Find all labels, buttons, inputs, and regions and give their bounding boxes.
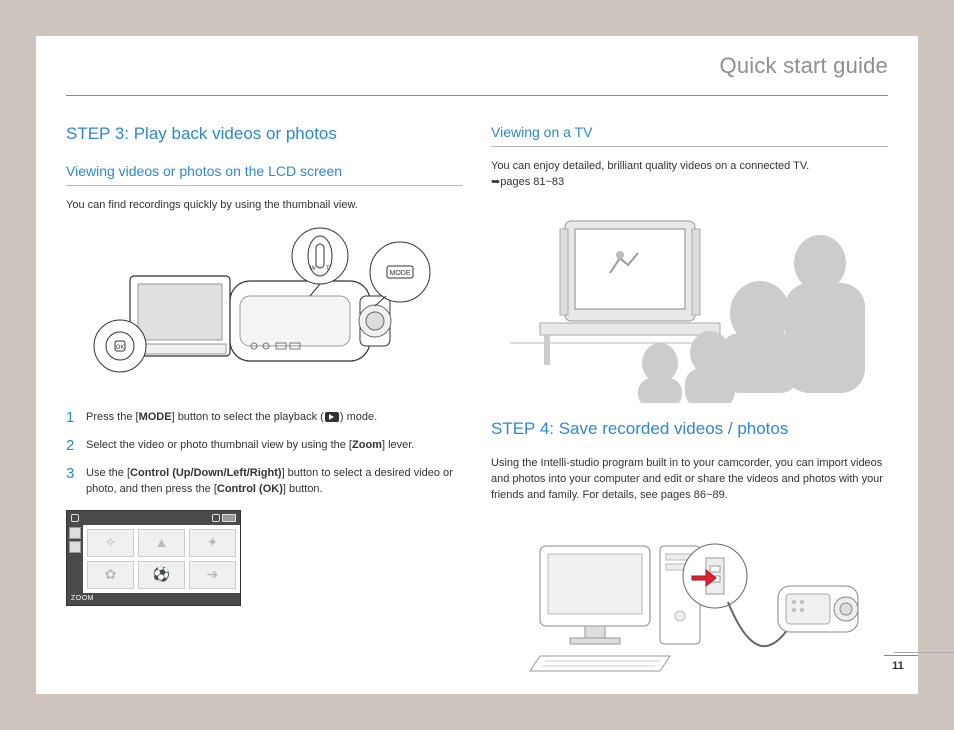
thumbnail-screen-illustration: ✧ ▲ ✦ ✿ ⚽ ➔ ZOOM <box>66 510 241 606</box>
step-number: 1 <box>66 410 78 426</box>
camera-icon <box>71 514 79 522</box>
step-text: Select the video or photo thumbnail view… <box>86 438 463 454</box>
thumbnail-footer: ZOOM <box>67 593 240 605</box>
thumbnail-cell: ➔ <box>189 561 236 589</box>
thumbnail-grid: ✧ ▲ ✦ ✿ ⚽ ➔ <box>83 525 240 593</box>
lcd-intro-text: You can find recordings quickly by using… <box>66 198 463 214</box>
ok-label: OK <box>115 345 124 351</box>
step-number: 3 <box>66 466 78 498</box>
content-columns: STEP 3: Play back videos or photos Viewi… <box>36 96 918 700</box>
thumbnail-top-bar <box>67 511 240 525</box>
step4-heading: STEP 4: Save recorded videos / photos <box>491 417 888 442</box>
page-header: Quick start guide <box>66 36 888 96</box>
tv-text: You can enjoy detailed, brilliant qualit… <box>491 159 888 191</box>
playback-icon <box>325 412 339 422</box>
svg-text:W: W <box>310 266 316 272</box>
battery-icon <box>222 514 236 522</box>
tv-subheading: Viewing on a TV <box>491 122 888 147</box>
page-title: Quick start guide <box>720 53 888 79</box>
right-column: Viewing on a TV You can enjoy detailed, … <box>491 122 888 690</box>
page-reference: ➥pages 81~83 <box>491 176 564 188</box>
computer-transfer-illustration <box>491 516 888 676</box>
step3-heading: STEP 3: Play back videos or photos <box>66 122 463 147</box>
camcorder-illustration: OK W T MODE <box>66 226 463 396</box>
tv-illustration <box>491 203 888 403</box>
step-row-2: 2 Select the video or photo thumbnail vi… <box>66 438 463 454</box>
step-row-1: 1 Press the [MODE] button to select the … <box>66 410 463 426</box>
thumbnail-cell: ✿ <box>87 561 134 589</box>
step-number: 2 <box>66 438 78 454</box>
lcd-subheading: Viewing videos or photos on the LCD scre… <box>66 161 463 186</box>
svg-text:MODE: MODE <box>389 270 410 277</box>
thumbnail-cell: ✦ <box>189 529 236 557</box>
step4-text: Using the Intelli-studio program built i… <box>491 456 888 504</box>
svg-text:T: T <box>326 266 330 272</box>
left-column: STEP 3: Play back videos or photos Viewi… <box>66 122 463 690</box>
thumbnail-cell: ✧ <box>87 529 134 557</box>
page-number: 11 <box>884 655 918 672</box>
page-number-rule <box>894 652 954 653</box>
step-text: Use the [Control (Up/Down/Left/Right)] b… <box>86 466 463 498</box>
thumbnail-side-tabs <box>67 525 83 593</box>
thumbnail-cell: ▲ <box>138 529 185 557</box>
document-page: Quick start guide STEP 3: Play back vide… <box>36 36 918 694</box>
card-icon <box>212 514 220 522</box>
step-row-3: 3 Use the [Control (Up/Down/Left/Right)]… <box>66 466 463 498</box>
step-text: Press the [MODE] button to select the pl… <box>86 410 463 426</box>
thumbnail-cell: ⚽ <box>138 561 185 589</box>
